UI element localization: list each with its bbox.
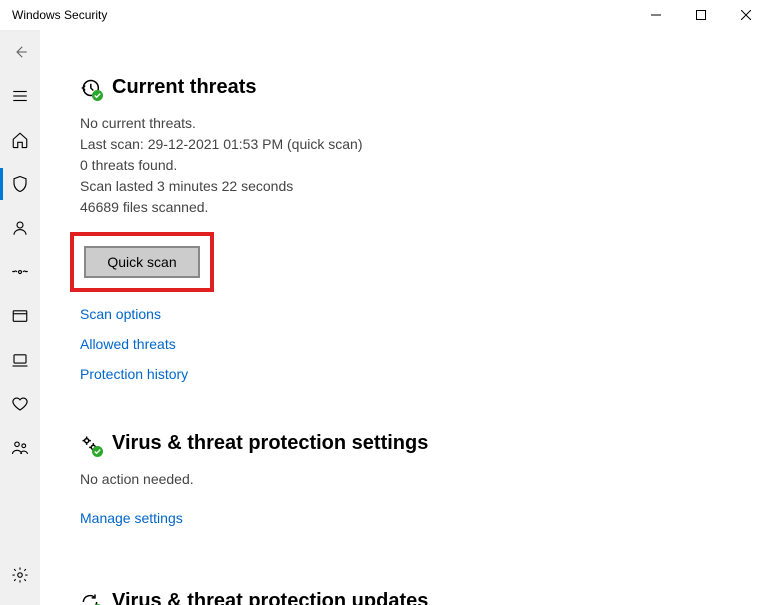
titlebar-buttons	[633, 0, 768, 30]
protection-updates-heading: Virus & threat protection updates	[112, 590, 428, 605]
no-threats-text: No current threats.	[80, 113, 738, 134]
files-scanned-text: 46689 files scanned.	[80, 197, 738, 218]
protection-history-link[interactable]: Protection history	[80, 366, 738, 382]
threats-found-text: 0 threats found.	[80, 155, 738, 176]
nav-device-security[interactable]	[0, 338, 40, 382]
sidebar	[0, 30, 40, 605]
menu-button[interactable]	[0, 74, 40, 118]
content-area: Current threats No current threats. Last…	[40, 30, 768, 605]
titlebar: Windows Security	[0, 0, 768, 30]
nav-virus-protection[interactable]	[0, 162, 40, 206]
nav-settings[interactable]	[0, 553, 40, 597]
gear-icon	[80, 434, 100, 454]
nav-family-options[interactable]	[0, 426, 40, 470]
protection-updates-section: Virus & threat protection updates Securi…	[80, 590, 738, 605]
refresh-icon	[80, 592, 100, 605]
nav-firewall[interactable]	[0, 250, 40, 294]
quick-scan-label: Quick scan	[107, 254, 176, 270]
history-icon	[80, 78, 100, 98]
allowed-threats-link[interactable]: Allowed threats	[80, 336, 738, 352]
protection-settings-heading: Virus & threat protection settings	[112, 432, 428, 455]
settings-status-text: No action needed.	[80, 469, 738, 490]
scan-duration-text: Scan lasted 3 minutes 22 seconds	[80, 176, 738, 197]
nav-device-performance[interactable]	[0, 382, 40, 426]
scan-options-link[interactable]: Scan options	[80, 306, 738, 322]
minimize-button[interactable]	[633, 0, 678, 30]
window-title: Windows Security	[12, 8, 107, 22]
quick-scan-button[interactable]: Quick scan	[84, 246, 200, 278]
current-threats-section: Current threats No current threats. Last…	[80, 76, 738, 382]
quick-scan-highlight: Quick scan	[70, 232, 214, 292]
last-scan-text: Last scan: 29-12-2021 01:53 PM (quick sc…	[80, 134, 738, 155]
current-threats-heading: Current threats	[112, 76, 256, 99]
back-button[interactable]	[0, 30, 40, 74]
nav-app-browser[interactable]	[0, 294, 40, 338]
protection-settings-section: Virus & threat protection settings No ac…	[80, 432, 738, 540]
nav-home[interactable]	[0, 118, 40, 162]
close-button[interactable]	[723, 0, 768, 30]
nav-account-protection[interactable]	[0, 206, 40, 250]
maximize-button[interactable]	[678, 0, 723, 30]
manage-settings-link[interactable]: Manage settings	[80, 510, 183, 526]
